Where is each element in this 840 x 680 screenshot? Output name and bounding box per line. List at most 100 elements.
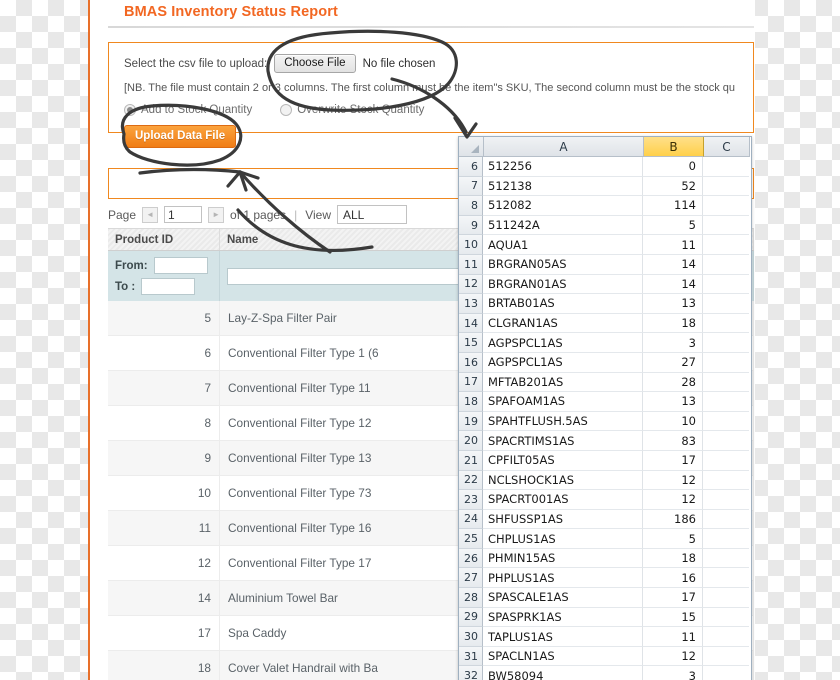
spreadsheet-row-header[interactable]: 27 <box>459 568 483 589</box>
spreadsheet-cell-b[interactable]: 52 <box>643 176 703 197</box>
spreadsheet-cell-c[interactable] <box>703 333 749 353</box>
spreadsheet-row-header[interactable]: 12 <box>459 274 483 295</box>
spreadsheet-cell-b[interactable]: 14 <box>643 254 703 275</box>
spreadsheet-cell-b[interactable]: 11 <box>643 235 703 255</box>
spreadsheet-row-header[interactable]: 10 <box>459 235 483 255</box>
spreadsheet-row-header[interactable]: 26 <box>459 548 483 569</box>
spreadsheet-row-header[interactable]: 16 <box>459 352 483 373</box>
spreadsheet-cell-a[interactable]: SPASCALE1AS <box>483 588 643 608</box>
spreadsheet-row[interactable]: 16 AGPSPCL1AS 27 <box>459 352 751 373</box>
spreadsheet-row-header[interactable]: 6 <box>459 157 483 177</box>
spreadsheet-cell-b[interactable]: 186 <box>643 509 703 530</box>
spreadsheet-row-header[interactable]: 11 <box>459 254 483 275</box>
spreadsheet-cell-c[interactable] <box>703 568 749 589</box>
spreadsheet-row-header[interactable]: 15 <box>459 333 483 353</box>
spreadsheet-cell-a[interactable]: 512138 <box>483 176 643 197</box>
spreadsheet-cell-b[interactable]: 13 <box>643 392 703 412</box>
spreadsheet-row-header[interactable]: 8 <box>459 196 483 216</box>
spreadsheet-cell-a[interactable]: PHPLUS1AS <box>483 568 643 589</box>
spreadsheet-row[interactable]: 9 511242A 5 <box>459 215 751 236</box>
choose-file-button[interactable]: Choose File <box>274 54 356 73</box>
spreadsheet-cell-c[interactable] <box>703 177 749 197</box>
spreadsheet-cell-b[interactable]: 114 <box>643 196 703 216</box>
spreadsheet-cell-c[interactable] <box>703 510 749 530</box>
prev-page-icon[interactable]: ◄ <box>142 206 159 223</box>
spreadsheet-row[interactable]: 27 PHPLUS1AS 16 <box>459 568 751 589</box>
spreadsheet-cell-b[interactable]: 83 <box>643 431 703 451</box>
spreadsheet-row-header[interactable]: 22 <box>459 470 483 491</box>
spreadsheet-row[interactable]: 7 512138 52 <box>459 176 751 197</box>
spreadsheet-cell-b[interactable]: 12 <box>643 646 703 667</box>
spreadsheet-cell-a[interactable]: MFTAB201AS <box>483 372 643 393</box>
spreadsheet-cell-b[interactable]: 28 <box>643 372 703 393</box>
spreadsheet-cell-c[interactable] <box>703 588 749 608</box>
spreadsheet-row[interactable]: 31 SPACLN1AS 12 <box>459 646 751 667</box>
spreadsheet-row-header[interactable]: 17 <box>459 372 483 393</box>
spreadsheet-cell-c[interactable] <box>703 255 749 275</box>
spreadsheet-cell-b[interactable]: 11 <box>643 627 703 647</box>
spreadsheet-cell-c[interactable] <box>703 431 749 451</box>
spreadsheet-cell-c[interactable] <box>703 627 749 647</box>
spreadsheet-cell-b[interactable]: 18 <box>643 548 703 569</box>
spreadsheet-cell-b[interactable]: 17 <box>643 450 703 471</box>
spreadsheet-row-header[interactable]: 21 <box>459 450 483 471</box>
spreadsheet-cell-a[interactable]: TAPLUS1AS <box>483 627 643 647</box>
spreadsheet-cell-c[interactable] <box>703 666 749 680</box>
column-header-product-id[interactable]: Product ID <box>108 229 220 250</box>
spreadsheet-col-header-b[interactable]: B <box>644 137 704 157</box>
spreadsheet-cell-a[interactable]: AGPSPCL1AS <box>483 333 643 353</box>
spreadsheet-cell-a[interactable]: NCLSHOCK1AS <box>483 470 643 491</box>
spreadsheet-row[interactable]: 8 512082 114 <box>459 196 751 216</box>
spreadsheet-cell-c[interactable] <box>703 235 749 255</box>
spreadsheet-cell-c[interactable] <box>703 196 749 216</box>
spreadsheet-cell-b[interactable]: 12 <box>643 490 703 510</box>
next-page-icon[interactable]: ► <box>208 206 225 223</box>
spreadsheet-col-header-c[interactable]: C <box>704 137 750 157</box>
spreadsheet-row[interactable]: 22 NCLSHOCK1AS 12 <box>459 470 751 491</box>
radio-overwrite-stock-icon[interactable] <box>280 104 293 116</box>
radio-overwrite-stock-label[interactable]: Overwrite Stock Quantity <box>297 104 424 116</box>
spreadsheet-row[interactable]: 14 CLGRAN1AS 18 <box>459 313 751 334</box>
spreadsheet-cell-b[interactable]: 17 <box>643 588 703 608</box>
spreadsheet-row[interactable]: 19 SPAHTFLUSH.5AS 10 <box>459 411 751 432</box>
spreadsheet-cell-b[interactable]: 12 <box>643 470 703 491</box>
spreadsheet-cell-c[interactable] <box>703 314 749 334</box>
spreadsheet-cell-b[interactable]: 14 <box>643 274 703 295</box>
spreadsheet-cell-c[interactable] <box>703 216 749 236</box>
spreadsheet-cell-a[interactable]: SPAHTFLUSH.5AS <box>483 411 643 432</box>
spreadsheet-cell-b[interactable]: 0 <box>643 157 703 177</box>
spreadsheet-cell-c[interactable] <box>703 157 749 177</box>
spreadsheet-row[interactable]: 28 SPASCALE1AS 17 <box>459 588 751 608</box>
spreadsheet-row[interactable]: 11 BRGRAN05AS 14 <box>459 254 751 275</box>
spreadsheet-row[interactable]: 18 SPAFOAM1AS 13 <box>459 392 751 412</box>
spreadsheet-row-header[interactable]: 32 <box>459 666 483 680</box>
spreadsheet-cell-a[interactable]: SPACRT001AS <box>483 490 643 510</box>
spreadsheet-cell-c[interactable] <box>703 549 749 569</box>
spreadsheet-row-header[interactable]: 19 <box>459 411 483 432</box>
spreadsheet-cell-a[interactable]: SPACLN1AS <box>483 646 643 667</box>
spreadsheet-cell-c[interactable] <box>703 471 749 491</box>
spreadsheet-cell-a[interactable]: CLGRAN1AS <box>483 313 643 334</box>
spreadsheet-row-header[interactable]: 25 <box>459 529 483 549</box>
filter-to-input[interactable] <box>141 278 196 295</box>
spreadsheet-row-header[interactable]: 14 <box>459 313 483 334</box>
spreadsheet-cell-b[interactable]: 3 <box>643 333 703 353</box>
spreadsheet-row[interactable]: 6 512256 0 <box>459 157 751 177</box>
spreadsheet-cell-c[interactable] <box>703 373 749 393</box>
spreadsheet-row-header[interactable]: 7 <box>459 176 483 197</box>
spreadsheet-cell-c[interactable] <box>703 412 749 432</box>
spreadsheet-row-header[interactable]: 13 <box>459 294 483 314</box>
filter-from-input[interactable] <box>153 257 208 274</box>
spreadsheet-row[interactable]: 26 PHMIN15AS 18 <box>459 548 751 569</box>
spreadsheet-cell-a[interactable]: SPACRTIMS1AS <box>483 431 643 451</box>
spreadsheet-cell-a[interactable]: BRGRAN05AS <box>483 254 643 275</box>
spreadsheet-cell-b[interactable]: 13 <box>643 294 703 314</box>
spreadsheet-cell-b[interactable]: 15 <box>643 607 703 628</box>
spreadsheet-row-header[interactable]: 18 <box>459 392 483 412</box>
spreadsheet-cell-c[interactable] <box>703 608 749 628</box>
spreadsheet-row[interactable]: 17 MFTAB201AS 28 <box>459 372 751 393</box>
spreadsheet-row-header[interactable]: 28 <box>459 588 483 608</box>
spreadsheet-cell-c[interactable] <box>703 490 749 510</box>
spreadsheet-cell-b[interactable]: 18 <box>643 313 703 334</box>
filter-name-input[interactable] <box>227 267 497 285</box>
